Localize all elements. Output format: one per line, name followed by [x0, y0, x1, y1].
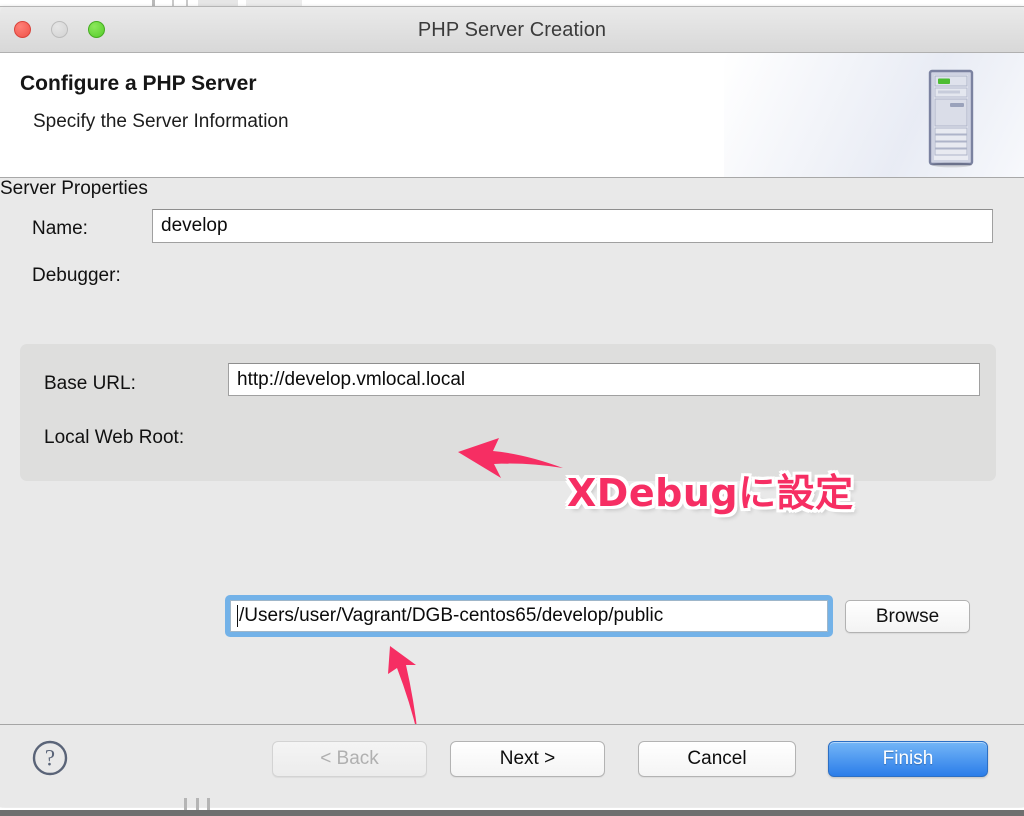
background-artifact [207, 798, 210, 810]
browse-button[interactable]: Browse [845, 600, 970, 633]
background-artifact [196, 798, 199, 810]
screen: PHP Server Creation Configure a PHP Serv… [0, 0, 1024, 816]
svg-text:?: ? [45, 746, 55, 771]
header-gradient [724, 53, 1024, 177]
next-button[interactable]: Next > [450, 741, 605, 777]
back-button[interactable]: < Back [272, 741, 427, 777]
local-web-root-focus-ring: /Users/user/Vagrant/DGB-centos65/develop… [225, 595, 833, 637]
finish-button[interactable]: Finish [828, 741, 988, 777]
name-input[interactable] [152, 209, 993, 243]
text-caret [237, 605, 238, 627]
base-url-label: Base URL: [44, 373, 136, 394]
local-web-root-input[interactable]: /Users/user/Vagrant/DGB-centos65/develop… [230, 600, 828, 632]
dialog-body: Name: Debugger: XDebug Server Properties… [0, 178, 1024, 800]
cancel-button[interactable]: Cancel [638, 741, 796, 777]
local-web-root-value: /Users/user/Vagrant/DGB-centos65/develop… [239, 605, 664, 626]
window-title: PHP Server Creation [417, 19, 607, 41]
dialog-header: Configure a PHP Server Specify the Serve… [0, 53, 1024, 178]
question-mark-icon[interactable]: ? [31, 739, 69, 777]
desktop-bottom-bar [0, 810, 1024, 816]
page-title: Configure a PHP Server [20, 72, 257, 95]
annotation-arrow-to-debugger [458, 438, 563, 478]
dialog-footer: ? < Back Next > Cancel Finish [0, 724, 1024, 807]
server-properties-label: Server Properties [0, 178, 148, 199]
php-server-creation-dialog: PHP Server Creation Configure a PHP Serv… [0, 6, 1024, 807]
name-label: Name: [32, 218, 88, 239]
server-tower-icon [928, 69, 974, 168]
local-web-root-label: Local Web Root: [44, 427, 185, 448]
base-url-input[interactable] [228, 363, 980, 396]
background-artifact [184, 798, 187, 810]
annotation-xdebug: XDebugに設定 [567, 471, 854, 515]
titlebar: PHP Server Creation [0, 7, 1024, 53]
debugger-label: Debugger: [32, 265, 121, 286]
page-subtitle: Specify the Server Information [33, 111, 289, 132]
